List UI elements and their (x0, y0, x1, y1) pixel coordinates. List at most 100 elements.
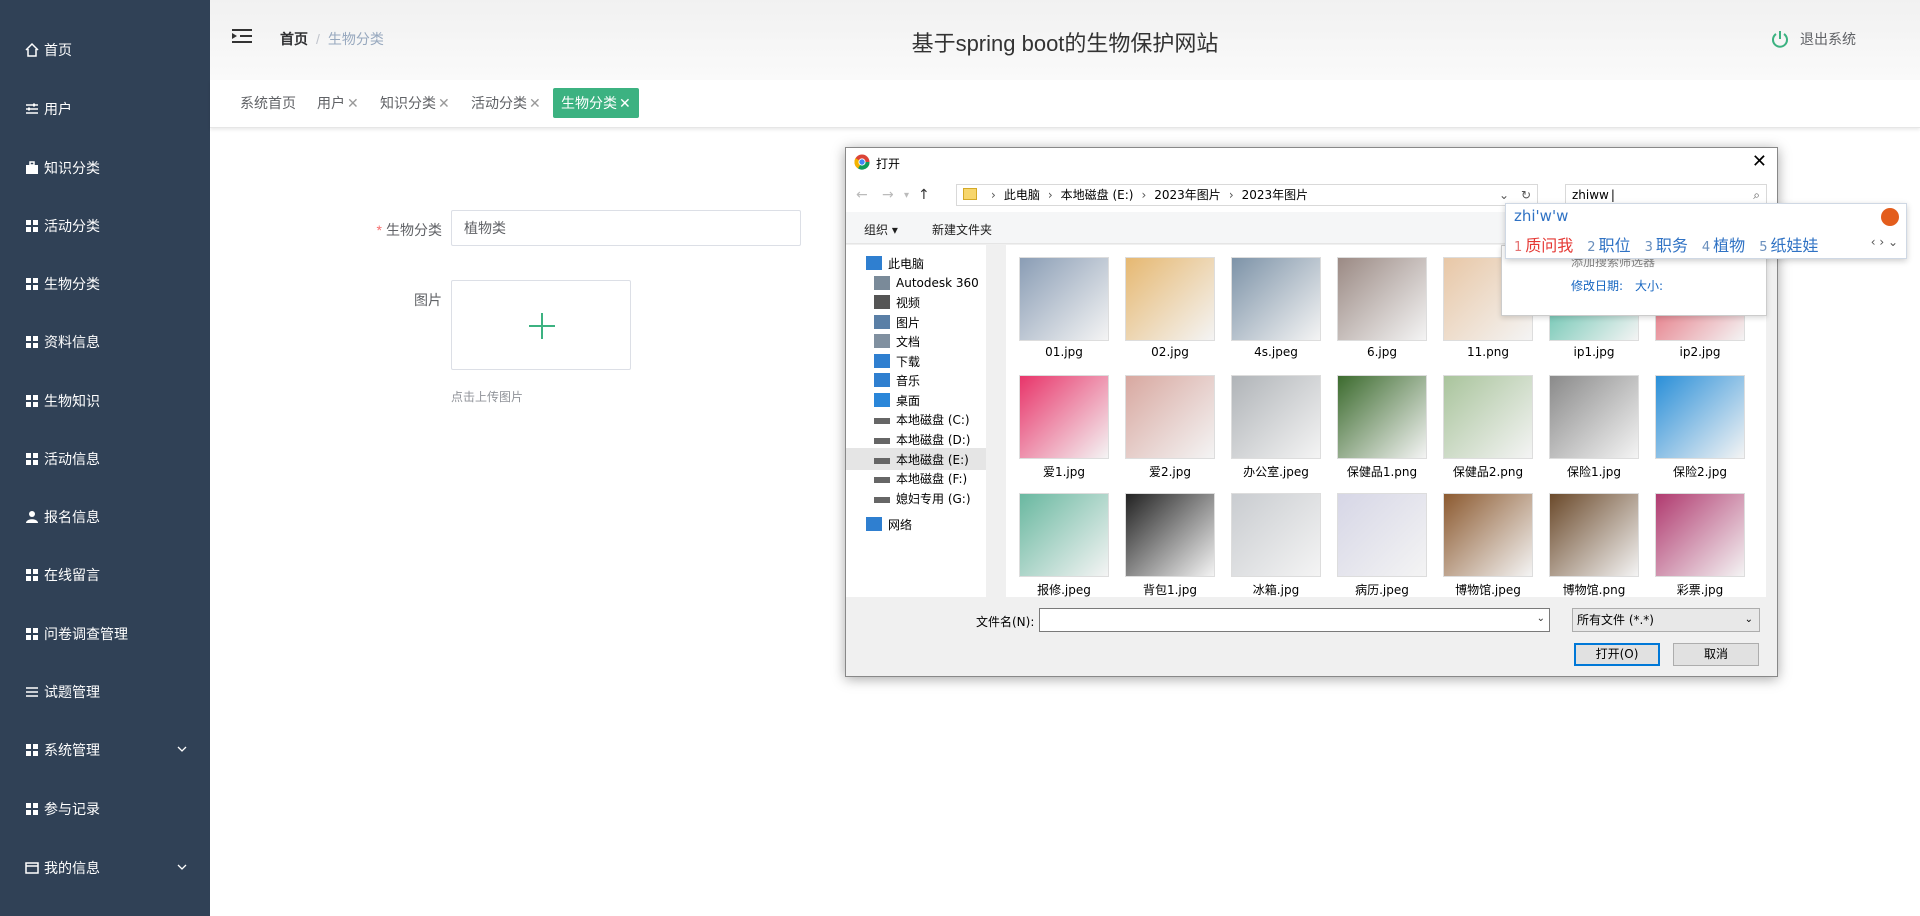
file-item[interactable]: 02.jpg (1122, 257, 1218, 359)
tag-0[interactable]: 系统首页 (236, 88, 300, 118)
sidebar-item-5[interactable]: 资料信息 (0, 322, 210, 362)
file-name: 01.jpg (1045, 345, 1083, 359)
address-separator-icon[interactable]: › (1229, 188, 1234, 202)
recent-chevron-icon[interactable]: ▾ (904, 190, 909, 201)
tag-1[interactable]: 用户 ✕ (313, 88, 363, 118)
drive-icon (874, 438, 890, 444)
files-scrollbar[interactable] (1766, 245, 1777, 597)
sidebar-item-label: 报名信息 (44, 509, 100, 525)
tree-scrollbar[interactable] (986, 245, 1002, 597)
close-icon[interactable]: ✕ (529, 95, 541, 111)
file-item[interactable]: 01.jpg (1016, 257, 1112, 359)
file-item[interactable]: 保险1.jpg (1546, 375, 1642, 480)
category-input[interactable]: 植物类 (451, 210, 801, 246)
dialog-titlebar[interactable]: 打开 ✕ (846, 148, 1777, 178)
tree-item[interactable]: 本地磁盘 (D:) (846, 428, 986, 450)
address-separator-icon[interactable]: › (991, 188, 996, 202)
address-separator-icon[interactable]: › (1141, 188, 1146, 202)
tree-item[interactable]: 网络 (846, 513, 986, 535)
logout-button[interactable]: 退出系统 (1770, 29, 1856, 49)
tree-item[interactable]: 文档 (846, 330, 986, 352)
sidebar-item-label: 生物知识 (44, 393, 100, 409)
new-folder-button[interactable]: 新建文件夹 (932, 221, 992, 238)
sidebar-item-14[interactable]: 我的信息 (0, 848, 210, 888)
file-item[interactable]: 保健品2.png (1440, 375, 1536, 480)
address-bar[interactable]: › 此电脑 › 本地磁盘 (E:) › 2023年图片 › 2023年图片 ⌄ ↻ (956, 184, 1538, 206)
address-segment[interactable]: 2023年图片 (1242, 188, 1309, 202)
filter-size[interactable]: 大小: (1635, 277, 1663, 294)
address-segment[interactable]: 此电脑 (1004, 188, 1040, 202)
tree-item[interactable]: 本地磁盘 (F:) (846, 467, 986, 489)
file-item[interactable]: 6.jpg (1334, 257, 1430, 359)
close-icon[interactable]: ✕ (438, 95, 450, 111)
sidebar-item-0[interactable]: 首页 (0, 30, 210, 70)
ime-candidate[interactable]: 5 纸娃娃 (1759, 232, 1818, 256)
filter-modified-date[interactable]: 修改日期: (1571, 277, 1623, 294)
close-icon[interactable]: ✕ (1752, 151, 1767, 172)
ime-candidate[interactable]: 2 职位 (1587, 232, 1630, 256)
address-dropdown-icon[interactable]: ⌄ (1499, 185, 1509, 205)
ime-candidate[interactable]: 3 职务 (1645, 232, 1688, 256)
organize-button[interactable]: 组织 ▾ (864, 221, 898, 238)
close-icon[interactable]: ✕ (619, 95, 631, 111)
sidebar-item-7[interactable]: 活动信息 (0, 439, 210, 479)
file-item[interactable]: 报修.jpeg (1016, 493, 1112, 597)
forward-icon[interactable]: → (882, 187, 894, 203)
sidebar-item-3[interactable]: 活动分类 (0, 206, 210, 246)
sidebar-item-11[interactable]: 试题管理 (0, 672, 210, 712)
file-name: 11.png (1467, 345, 1509, 359)
file-item[interactable]: 办公室.jpeg (1228, 375, 1324, 480)
refresh-icon[interactable]: ↻ (1521, 185, 1531, 205)
file-item[interactable]: 保险2.jpg (1652, 375, 1748, 480)
sidebar-item-9[interactable]: 在线留言 (0, 555, 210, 595)
tree-item[interactable]: 此电脑 (846, 252, 986, 274)
close-icon[interactable]: ✕ (347, 95, 359, 111)
file-name: 背包1.jpg (1142, 583, 1198, 597)
sidebar-item-10[interactable]: 问卷调查管理 (0, 614, 210, 654)
briefcase-icon (24, 160, 40, 176)
tag-2[interactable]: 知识分类 ✕ (376, 88, 454, 118)
file-item[interactable]: 病历.jpeg (1334, 493, 1430, 597)
sidebar-item-4[interactable]: 生物分类 (0, 264, 210, 304)
ime-page-nav-icon[interactable]: ‹ › ⌄ (1871, 235, 1898, 249)
address-segment[interactable]: 本地磁盘 (E:) (1061, 188, 1134, 202)
file-item[interactable]: 背包1.jpg (1122, 493, 1218, 597)
file-item[interactable]: 爱1.jpg (1016, 375, 1112, 480)
ime-candidate[interactable]: 4 植物 (1702, 232, 1745, 256)
sidebar-item-2[interactable]: 知识分类 (0, 148, 210, 188)
file-name-input[interactable]: ⌄ (1039, 608, 1550, 632)
file-item[interactable]: 保健品1.png (1334, 375, 1430, 480)
sidebar-item-13[interactable]: 参与记录 (0, 789, 210, 829)
tag-4[interactable]: 生物分类 ✕ (553, 88, 639, 118)
file-item[interactable]: 博物馆.png (1546, 493, 1642, 597)
cancel-button[interactable]: 取消 (1673, 643, 1759, 666)
tree-item[interactable]: 媳妇专用 (G:) (846, 487, 986, 509)
sidebar-item-1[interactable]: 用户 (0, 89, 210, 129)
file-name: 爱1.jpg (1042, 465, 1086, 479)
file-type-select[interactable]: 所有文件 (*.*) ⌄ (1572, 608, 1760, 632)
ime-candidate[interactable]: 1 质问我 (1514, 232, 1573, 256)
file-item[interactable]: 彩票.jpg (1652, 493, 1748, 597)
tree-item-label: 媳妇专用 (G:) (896, 491, 971, 506)
image-upload[interactable] (451, 280, 631, 370)
chevron-down-icon[interactable]: ⌄ (1537, 613, 1545, 624)
up-icon[interactable]: ↑ (918, 187, 930, 203)
file-item[interactable]: 博物馆.jpeg (1440, 493, 1536, 597)
tree-item[interactable]: 音乐 (846, 369, 986, 391)
sidebar-item-6[interactable]: 生物知识 (0, 381, 210, 421)
open-button[interactable]: 打开(O) (1574, 643, 1660, 666)
tree-item[interactable]: 本地磁盘 (C:) (846, 408, 986, 430)
sidebar-item-label: 在线留言 (44, 567, 100, 583)
back-icon[interactable]: ← (856, 187, 868, 203)
dialog-title: 打开 (876, 157, 901, 171)
file-item[interactable]: 冰箱.jpg (1228, 493, 1324, 597)
sidebar-item-label: 系统管理 (44, 742, 100, 758)
file-item[interactable]: 4s.jpeg (1228, 257, 1324, 359)
tree-item[interactable]: 视频 (846, 291, 986, 313)
file-item[interactable]: 爱2.jpg (1122, 375, 1218, 480)
address-separator-icon[interactable]: › (1048, 188, 1053, 202)
sidebar-item-8[interactable]: 报名信息 (0, 497, 210, 537)
tag-3[interactable]: 活动分类 ✕ (467, 88, 545, 118)
address-segment[interactable]: 2023年图片 (1154, 188, 1221, 202)
sidebar-item-12[interactable]: 系统管理 (0, 730, 210, 770)
